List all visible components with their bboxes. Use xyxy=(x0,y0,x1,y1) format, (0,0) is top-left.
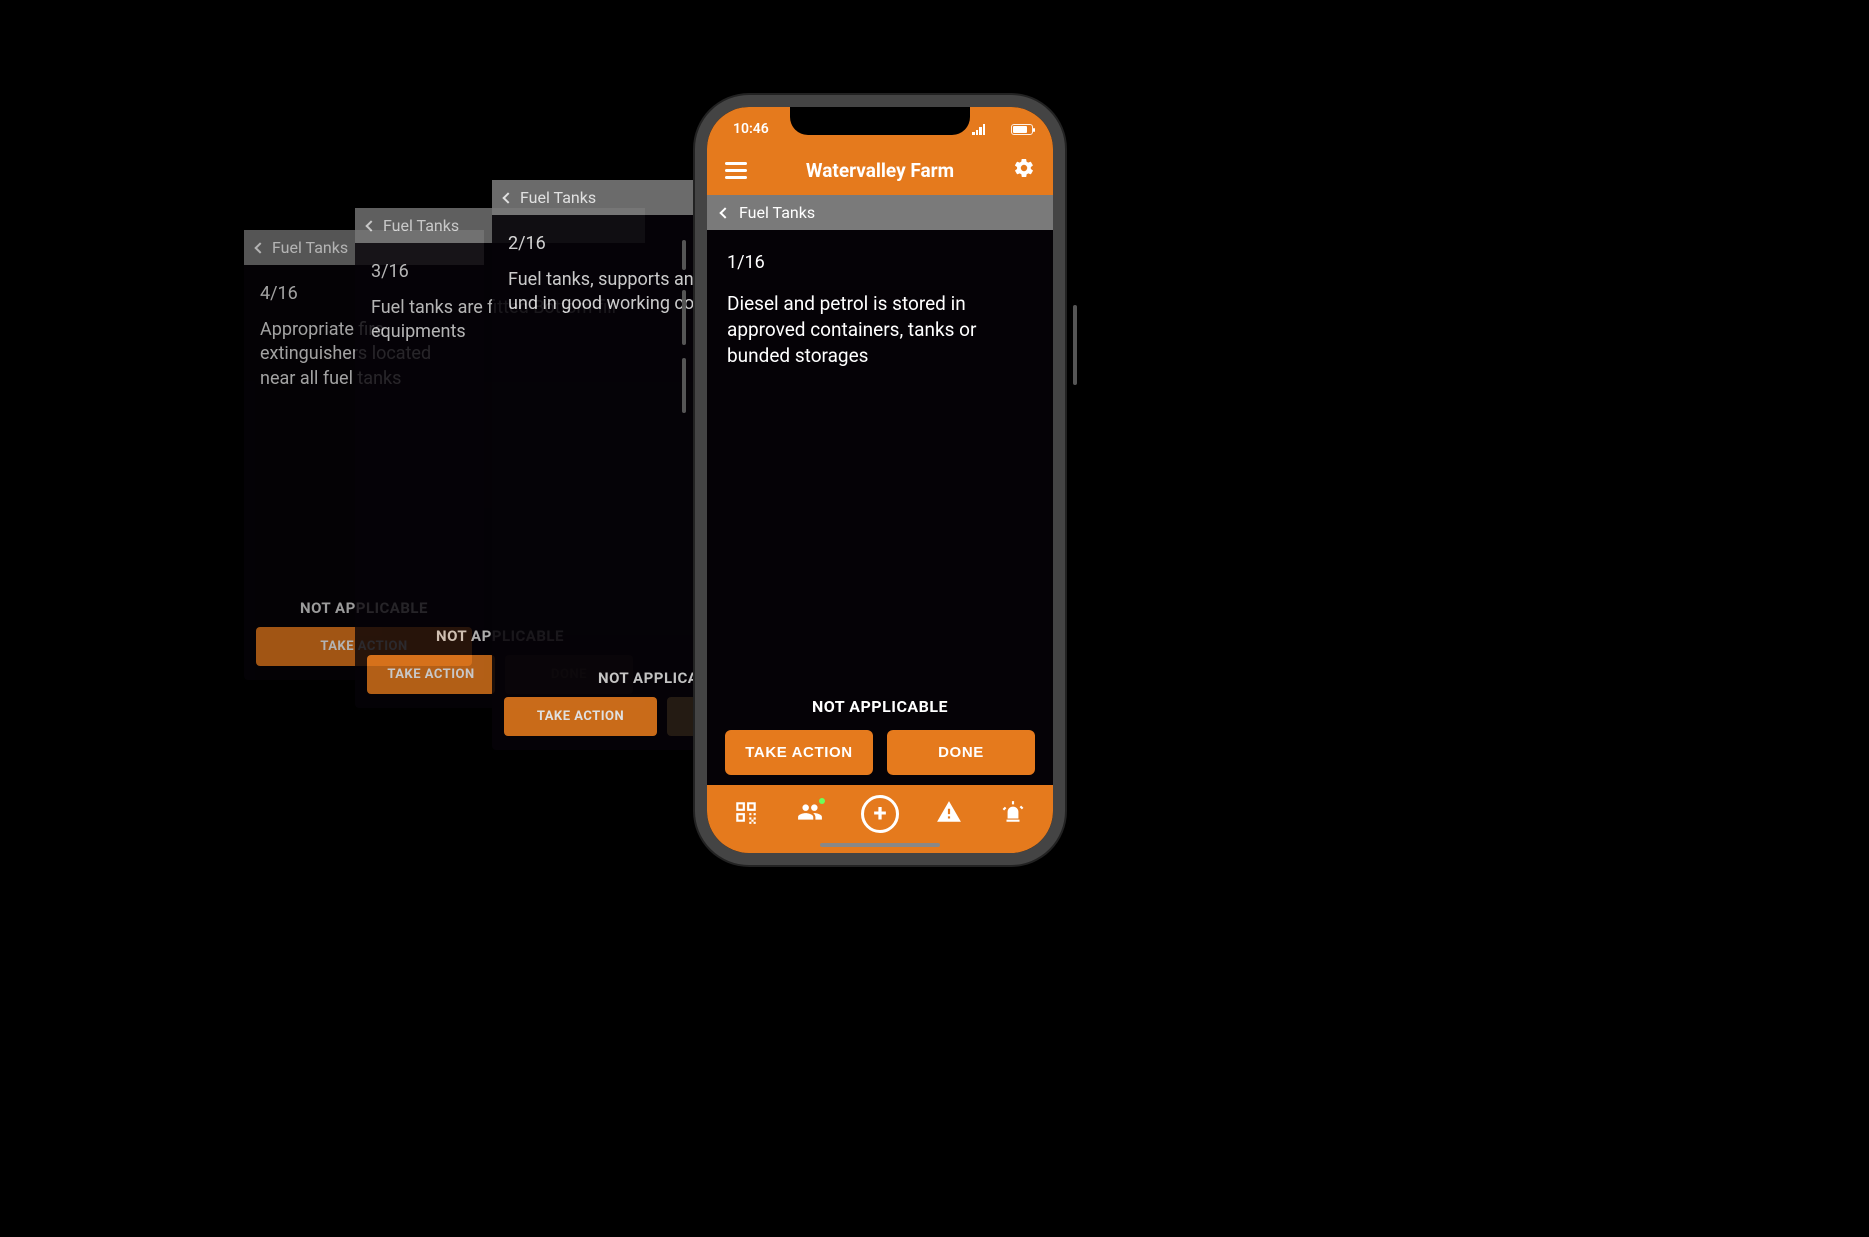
settings-icon[interactable] xyxy=(1013,157,1035,183)
tab-add[interactable]: + xyxy=(861,795,899,833)
tab-people[interactable] xyxy=(796,799,824,829)
siren-icon xyxy=(999,799,1027,825)
alert-icon xyxy=(936,799,962,825)
question-counter: 1/16 xyxy=(727,252,1033,273)
tab-dashboard[interactable] xyxy=(733,799,759,829)
menu-icon[interactable] xyxy=(725,162,747,179)
home-indicator xyxy=(820,843,940,847)
chevron-left-icon xyxy=(719,207,730,218)
tab-bar: + xyxy=(707,785,1053,853)
phone-volume-down xyxy=(682,358,686,413)
breadcrumb[interactable]: Fuel Tanks xyxy=(707,195,1053,230)
take-action-button[interactable]: TAKE ACTION xyxy=(725,730,873,775)
phone-screen: 10:46 Watervalley Farm Fuel Tanks 1/16 D… xyxy=(707,107,1053,853)
stacked-card-3-title: Fuel Tanks xyxy=(383,216,459,235)
plus-icon: + xyxy=(873,801,886,825)
phone-frame: 10:46 Watervalley Farm Fuel Tanks 1/16 D… xyxy=(695,95,1065,865)
signal-icon xyxy=(972,124,985,135)
page-title: Watervalley Farm xyxy=(806,159,954,182)
question-content: 1/16 Diesel and petrol is stored in appr… xyxy=(707,230,1053,697)
tab-alert[interactable] xyxy=(936,799,962,829)
not-applicable-button[interactable]: NOT APPLICABLE xyxy=(812,697,948,716)
stacked-card-2-title: Fuel Tanks xyxy=(520,188,596,207)
chevron-left-icon xyxy=(502,192,513,203)
notification-dot-icon xyxy=(819,798,825,804)
stacked-card-3-take-action[interactable]: TAKE ACTION xyxy=(367,655,495,694)
stacked-card-2-take-action[interactable]: TAKE ACTION xyxy=(504,697,657,736)
phone-side-button xyxy=(682,240,686,270)
status-time: 10:46 xyxy=(727,121,769,137)
chevron-left-icon xyxy=(365,220,376,231)
qr-icon xyxy=(733,799,759,825)
chevron-left-icon xyxy=(254,242,265,253)
breadcrumb-label: Fuel Tanks xyxy=(739,203,815,222)
action-area: NOT APPLICABLE TAKE ACTION DONE xyxy=(707,697,1053,785)
question-text: Diesel and petrol is stored in approved … xyxy=(727,291,1033,370)
tab-siren[interactable] xyxy=(999,799,1027,829)
status-icons xyxy=(972,124,1033,135)
wifi-icon xyxy=(991,124,1005,135)
app-header: Watervalley Farm xyxy=(707,151,1053,195)
done-button[interactable]: DONE xyxy=(887,730,1035,775)
status-bar: 10:46 xyxy=(707,107,1053,151)
phone-volume-up xyxy=(682,290,686,345)
phone-power-button xyxy=(1073,305,1077,385)
stacked-card-4-title: Fuel Tanks xyxy=(272,238,348,257)
battery-icon xyxy=(1011,124,1033,135)
